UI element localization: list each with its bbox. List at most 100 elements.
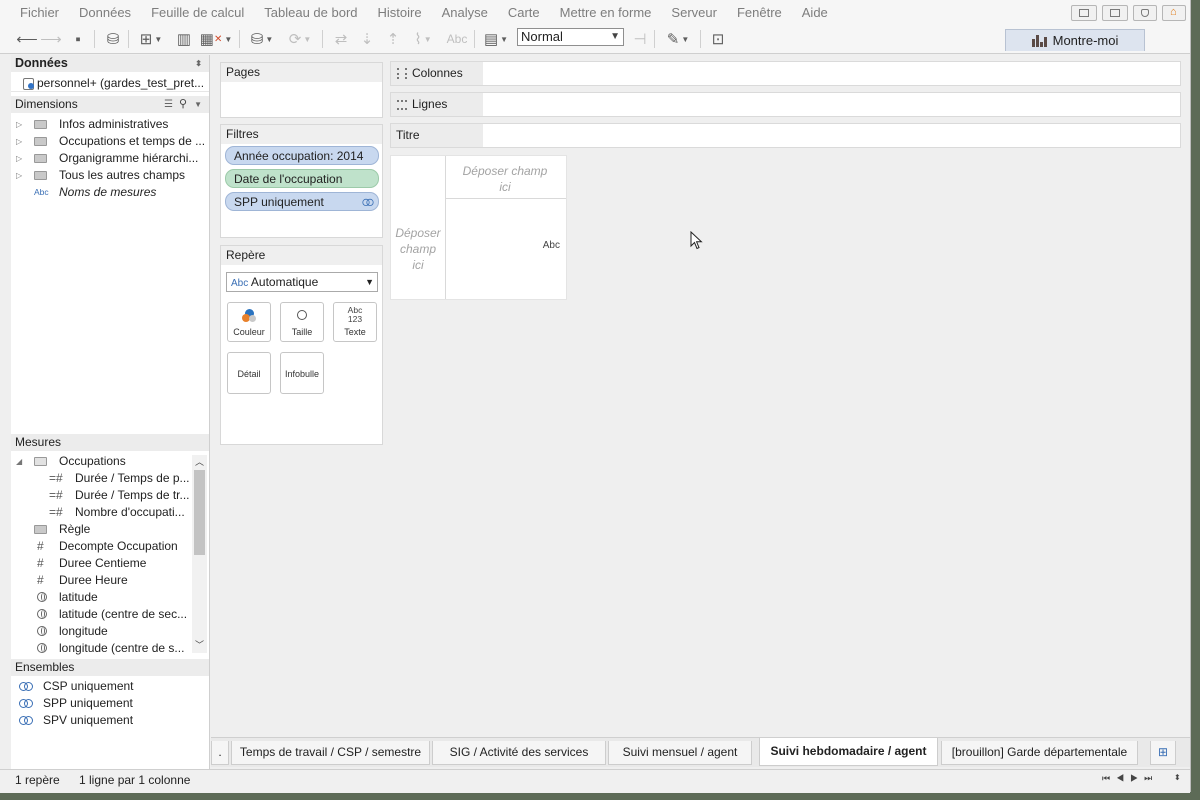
menu-feuille[interactable]: Feuille de calcul xyxy=(141,5,254,20)
undo-button[interactable]: ⟵ xyxy=(16,28,38,50)
menu-tableau-de-bord[interactable]: Tableau de bord xyxy=(254,5,367,20)
mark-abc-cell[interactable]: Abc xyxy=(543,240,560,251)
search-icon[interactable]: ⚲ xyxy=(179,96,187,113)
caret-down-icon[interactable]: ▼ xyxy=(194,96,202,113)
expand-triangle-icon[interactable]: ▷ xyxy=(16,150,22,167)
sheet-sorter-button[interactable] xyxy=(1071,5,1097,21)
dimension-measure-names[interactable]: Abc Noms de mesures xyxy=(11,184,209,201)
pin-button[interactable]: ⊣ xyxy=(630,28,650,50)
color-button[interactable]: Couleur xyxy=(227,302,271,342)
title-shelf[interactable]: Titre xyxy=(390,123,1181,148)
menu-fichier[interactable]: Fichier xyxy=(0,5,69,20)
drop-field-rows[interactable]: Déposer champ ici xyxy=(391,225,445,273)
datasource-item[interactable]: personnel+ (gardes_test_pret... xyxy=(11,75,209,92)
dimension-folder-organigramme[interactable]: ▷ Organigramme hiérarchi... xyxy=(11,150,209,167)
list-view-icon[interactable]: ☰ xyxy=(164,96,173,113)
pause-updates-button[interactable]: ⛁ ▼ xyxy=(246,28,278,50)
menu-carte[interactable]: Carte xyxy=(498,5,550,20)
dimension-folder-occupations[interactable]: ▷ Occupations et temps de ... xyxy=(11,133,209,150)
new-datasource-button[interactable]: ⛁ xyxy=(103,28,123,50)
pages-card[interactable]: Pages xyxy=(220,62,383,118)
tab-sig-activite[interactable]: SIG / Activité des services xyxy=(432,741,606,765)
cylinder-icon xyxy=(1141,9,1149,17)
menu-donnees[interactable]: Données xyxy=(69,5,141,20)
duplicate-sheet-button[interactable]: ▥ xyxy=(173,28,195,50)
tab-suivi-hebdomadaire[interactable]: Suivi hebdomadaire / agent xyxy=(759,738,938,766)
filter-pill-date[interactable]: Date de l'occupation xyxy=(225,169,379,188)
fit-size-value: Normal xyxy=(521,29,563,44)
updown-arrows-icon[interactable]: ⬍ xyxy=(1174,773,1181,782)
measure-item[interactable]: # Duree Heure xyxy=(11,572,191,589)
data-source-button[interactable] xyxy=(1133,5,1157,21)
updown-arrows-icon[interactable]: ⬍ xyxy=(195,55,202,72)
text-button[interactable]: Abc 123 Texte xyxy=(333,302,377,342)
filter-pill-spp[interactable]: SPP uniquement xyxy=(225,192,379,211)
filmstrip-button[interactable] xyxy=(1102,5,1128,21)
tab-suivi-mensuel[interactable]: Suivi mensuel / agent xyxy=(608,741,752,765)
measures-scrollbar[interactable]: ︿ ﹀ xyxy=(192,455,207,653)
measure-item[interactable]: =# Durée / Temps de p... xyxy=(11,470,191,487)
rows-shelf[interactable]: Lignes xyxy=(390,92,1181,117)
start-page-button[interactable]: ⌂ xyxy=(1162,5,1186,21)
presentation-mode-button[interactable]: ⊡ xyxy=(707,28,729,50)
collapse-triangle-icon[interactable]: ◢ xyxy=(16,453,22,470)
dimensions-title: Dimensions xyxy=(15,97,78,111)
geo-measure-item[interactable]: latitude (centre de sec... xyxy=(11,606,191,623)
measure-item[interactable]: # Duree Centieme xyxy=(11,555,191,572)
new-sheet-button[interactable]: ⊞ ▼ xyxy=(135,28,167,50)
fixed-axes-button[interactable]: ▤ ▼ xyxy=(480,28,512,50)
geo-measure-item[interactable]: latitude xyxy=(11,589,191,606)
annotate-button[interactable]: ✎ ▼ xyxy=(662,28,694,50)
tab-temps-de-travail[interactable]: Temps de travail / CSP / semestre xyxy=(231,741,430,765)
set-item[interactable]: SPP uniquement xyxy=(11,695,209,712)
menu-analyse[interactable]: Analyse xyxy=(432,5,498,20)
drop-field-columns[interactable]: Déposer champ ici xyxy=(449,163,561,195)
sort-descending-button[interactable]: ⇡ xyxy=(382,28,404,50)
measure-folder-occupations[interactable]: ◢ Occupations xyxy=(11,453,191,470)
menu-serveur[interactable]: Serveur xyxy=(661,5,727,20)
set-item[interactable]: CSP uniquement xyxy=(11,678,209,695)
menu-fenetre[interactable]: Fenêtre xyxy=(727,5,792,20)
measure-item[interactable]: # Decompte Occupation xyxy=(11,538,191,555)
expand-triangle-icon[interactable]: ▷ xyxy=(16,116,22,133)
highlight-button[interactable]: ⌇ ▼ xyxy=(408,28,438,50)
measure-label: Nombre d'occupati... xyxy=(75,505,185,519)
columns-shelf[interactable]: Colonnes xyxy=(390,61,1181,86)
mark-type-select[interactable]: Abc Automatique ▼ xyxy=(226,272,378,292)
tab-brouillon-garde[interactable]: [brouillon] Garde départementale xyxy=(941,741,1138,765)
scroll-thumb[interactable] xyxy=(194,470,205,555)
geo-measure-item[interactable]: longitude xyxy=(11,623,191,640)
expand-triangle-icon[interactable]: ▷ xyxy=(16,133,22,150)
chevron-down-icon[interactable]: ﹀ xyxy=(195,638,204,651)
dimension-folder-infos[interactable]: ▷ Infos administratives xyxy=(11,116,209,133)
show-me-button[interactable]: Montre-moi xyxy=(1005,29,1145,51)
clear-sheet-button[interactable]: ▦ ✕ ▼ xyxy=(199,28,233,50)
dimension-folder-autres[interactable]: ▷ Tous les autres champs xyxy=(11,167,209,184)
redo-button[interactable]: ⟶ xyxy=(40,28,62,50)
detail-button[interactable]: Détail xyxy=(227,352,271,394)
measure-item[interactable]: =# Durée / Temps de tr... xyxy=(11,487,191,504)
save-button[interactable]: ▪ xyxy=(68,28,88,50)
tooltip-button[interactable]: Infobulle xyxy=(280,352,324,394)
menu-mettre-en-forme[interactable]: Mettre en forme xyxy=(550,5,662,20)
new-worksheet-tab[interactable]: ⊞ xyxy=(1150,741,1176,765)
sort-ascending-button[interactable]: ⇣ xyxy=(356,28,378,50)
swap-button[interactable]: ⇄ xyxy=(330,28,352,50)
filter-pill-annee[interactable]: Année occupation: 2014 xyxy=(225,146,379,165)
menu-aide[interactable]: Aide xyxy=(792,5,838,20)
geo-measure-item[interactable]: longitude (centre de s... xyxy=(11,640,191,657)
measure-item[interactable]: =# Nombre d'occupati... xyxy=(11,504,191,521)
fit-size-select[interactable]: Normal ▼ xyxy=(517,28,624,46)
measure-folder-regle[interactable]: Règle xyxy=(11,521,191,538)
set-item[interactable]: SPV uniquement xyxy=(11,712,209,729)
menu-histoire[interactable]: Histoire xyxy=(368,5,432,20)
refresh-button[interactable]: ⟳ ▼ xyxy=(284,28,316,50)
filters-card[interactable]: Filtres Année occupation: 2014 Date de l… xyxy=(220,124,383,238)
chevron-up-icon[interactable]: ︿ xyxy=(195,455,204,468)
show-labels-button[interactable]: Abc xyxy=(444,28,470,50)
sheet-navigation[interactable]: ⏮◀▶⏭ xyxy=(1102,773,1158,784)
expand-triangle-icon[interactable]: ▷ xyxy=(16,167,22,184)
size-button[interactable]: Taille xyxy=(280,302,324,342)
worksheet-view[interactable]: Déposer champ ici Déposer champ ici Abc xyxy=(390,155,567,300)
tab-partial[interactable]: . xyxy=(211,741,229,765)
